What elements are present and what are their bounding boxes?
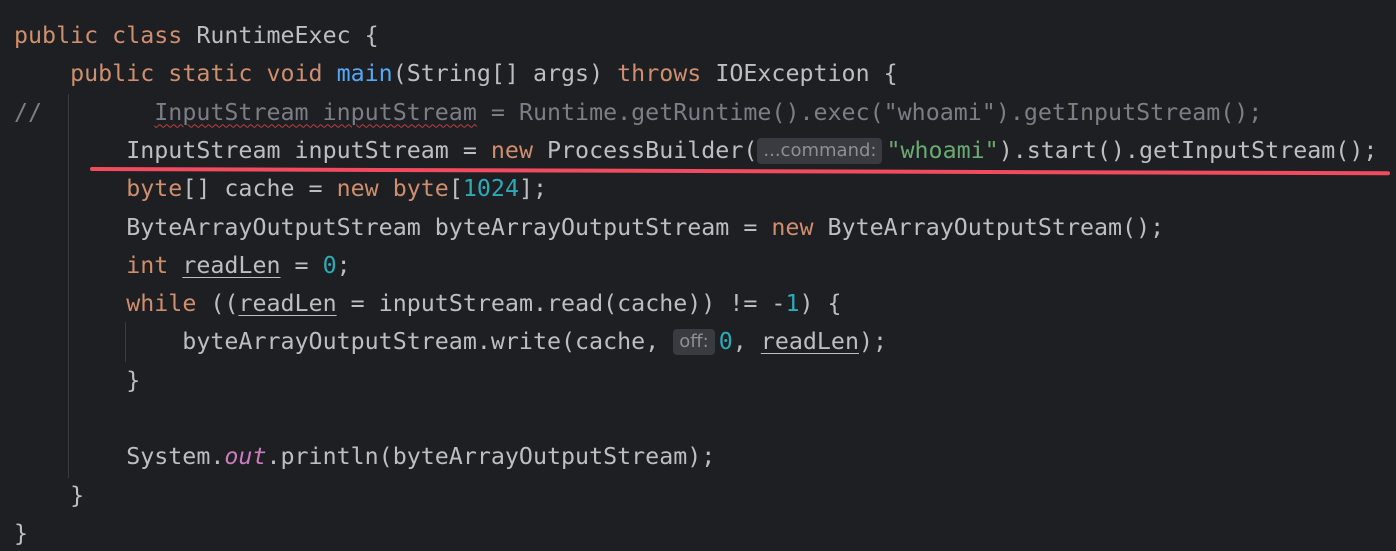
code-token: readLen [182, 251, 281, 279]
code-token: } [14, 481, 85, 509]
code-token: new [771, 213, 828, 241]
code-token: public class [14, 22, 197, 49]
code-line[interactable]: } [14, 477, 84, 515]
code-token: = [280, 251, 323, 279]
code-token: InputStream inputStream = [14, 136, 491, 164]
code-token: public static void [70, 60, 337, 88]
code-line[interactable]: int readLen = 0; [14, 247, 351, 285]
code-token: InputStream inputStream [154, 98, 477, 126]
code-line[interactable]: // InputStream inputStream = Runtime.get… [14, 94, 1262, 132]
code-line[interactable]: byteArrayOutputStream.write(cache, off: 0… [14, 323, 887, 361]
code-token: ; [336, 251, 351, 279]
code-token: ByteArrayOutputStream(); [827, 213, 1165, 241]
code-token: ProcessBuilder( [547, 136, 758, 164]
code-token: .println(byteArrayOutputStream); [266, 443, 716, 471]
code-token: = Runtime.getRuntime().exec("whoami").ge… [476, 98, 1263, 126]
code-token: [] cache = [182, 175, 337, 203]
code-line[interactable]: while ((readLen = inputStream.read(cache… [14, 285, 842, 323]
code-token: ); [858, 328, 888, 356]
code-line[interactable]: System.out.println(byteArrayOutputStream… [14, 438, 715, 476]
code-line[interactable]: byte[] cache = new byte[1024]; [14, 170, 547, 208]
code-token: RuntimeExec { [196, 22, 379, 49]
code-token: IOException { [715, 60, 898, 88]
code-token: byte [126, 175, 183, 203]
code-token: ).start().getInputStream(); [998, 136, 1378, 164]
code-line[interactable]: } [14, 515, 28, 551]
code-token: throws [617, 60, 716, 88]
code-token: 0 [718, 328, 733, 356]
code-token: 1 [785, 290, 800, 318]
code-token: 1024 [462, 175, 519, 203]
code-token: } [14, 366, 141, 394]
code-token: = inputStream.read(cache)) != - [336, 290, 786, 318]
code-token: (( [210, 290, 239, 318]
code-line[interactable]: InputStream inputStream = new ProcessBui… [14, 132, 1377, 170]
code-token: , [732, 328, 761, 356]
code-line[interactable]: ByteArrayOutputStream byteArrayOutputStr… [14, 209, 1164, 247]
code-token: int [126, 251, 183, 279]
code-token: } [14, 519, 29, 547]
code-token: main [336, 60, 393, 88]
parameter-hint: ...command: [757, 137, 883, 164]
code-token: byteArrayOutputStream.write(cache, [14, 328, 674, 356]
code-token: [ [448, 175, 463, 203]
code-token: readLen [760, 328, 859, 356]
code-token: new byte [336, 175, 449, 203]
code-token: ByteArrayOutputStream byteArrayOutputStr… [14, 213, 772, 241]
code-token: new [490, 136, 547, 164]
code-token: ]; [518, 175, 548, 203]
code-editor[interactable]: public class RuntimeExec { public static… [0, 0, 1396, 551]
code-token: ) { [799, 290, 842, 318]
parameter-hint: off: [673, 329, 715, 356]
code-token: readLen [238, 290, 337, 318]
code-line[interactable]: } [14, 362, 140, 400]
code-token: "whoami" [886, 136, 999, 164]
code-token: (String[] args) [392, 60, 618, 88]
code-token: // [14, 98, 155, 126]
code-line[interactable]: public class RuntimeExec { [14, 17, 379, 55]
code-token: out [224, 443, 267, 471]
code-line[interactable]: public static void main(String[] args) t… [14, 55, 898, 93]
code-token: 0 [322, 251, 337, 279]
code-token: while [126, 290, 211, 318]
code-token: System. [14, 443, 225, 471]
